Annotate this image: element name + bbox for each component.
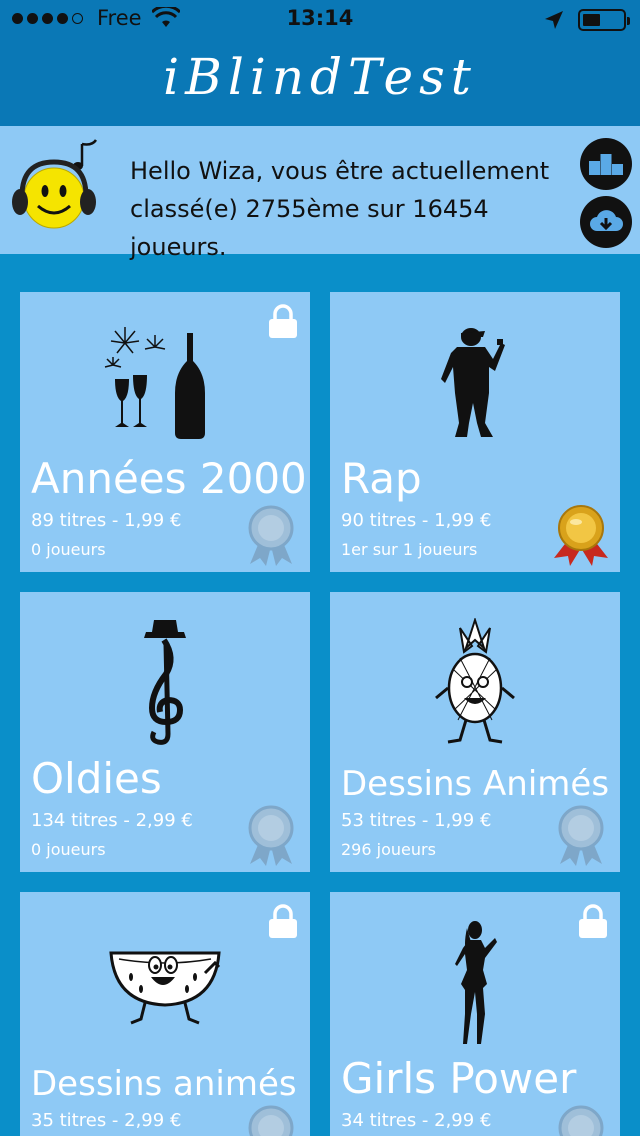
status-right [544,9,630,31]
app-header: iBlindTest [0,40,640,126]
category-card-girls-power[interactable]: Girls Power 34 titres - 2,99 € [330,892,620,1136]
smiley-headphones-avatar-icon [12,139,98,229]
category-name: Oldies [31,754,162,803]
category-card-rap[interactable]: Rap 90 titres - 1,99 € 1er sur 1 joueurs [330,292,620,572]
lock-icon [579,904,607,938]
category-players: 1er sur 1 joueurs [341,540,478,559]
download-button[interactable] [580,196,632,248]
category-card-annees-2000[interactable]: Années 2000 89 titres - 1,99 € 0 joueurs [20,292,310,572]
battery-icon [578,9,630,31]
category-meta: 89 titres - 1,99 € [31,510,182,531]
welcome-message: Hello Wiza, vous être actuellement class… [130,152,570,266]
category-card-dessins-animes[interactable]: Dessins Animés 53 titres - 1,99 € 296 jo… [330,592,620,872]
category-name: Girls Power [341,1054,577,1103]
watermelon-icon [20,908,310,1058]
category-meta: 90 titres - 1,99 € [341,510,492,531]
category-players: 296 joueurs [341,840,436,859]
status-bar: Free 13:14 [0,0,640,40]
category-meta: 53 titres - 1,99 € [341,810,492,831]
ranking-button[interactable] [580,138,632,190]
pineapple-icon [330,608,620,758]
silver-medal-icon [248,1105,294,1136]
champagne-icon [20,308,310,458]
treble-clef-hat-icon [20,608,310,758]
silver-medal-icon [248,505,294,566]
cloud-download-icon [590,210,623,231]
category-meta: 35 titres - 2,99 € [31,1110,182,1131]
silver-medal-icon [248,805,294,866]
category-meta: 34 titres - 2,99 € [341,1110,492,1131]
user-banner: Hello Wiza, vous être actuellement class… [0,126,640,261]
category-name: Dessins Animés [341,764,610,804]
app-title: iBlindTest [163,48,477,106]
welcome-line-1: Hello Wiza, vous être actuellement [130,157,550,185]
silver-medal-icon [558,805,604,866]
silver-medal-icon [558,1105,604,1136]
category-name: Dessins animés II [31,1064,310,1104]
location-arrow-icon [545,11,563,29]
category-players: 0 joueurs [31,840,106,859]
gold-medal-icon [554,505,608,566]
lock-icon [269,304,297,338]
podium-icon [589,154,623,175]
category-card-dessins-animes-ii[interactable]: Dessins animés II 35 titres - 2,99 € [20,892,310,1136]
category-name: Rap [341,454,422,503]
category-grid: Années 2000 89 titres - 1,99 € 0 joueurs… [0,254,640,1136]
category-players: 0 joueurs [31,540,106,559]
woman-silhouette-icon [330,908,620,1058]
category-meta: 134 titres - 2,99 € [31,810,193,831]
category-name: Années 2000 [31,454,307,503]
rapper-icon [330,308,620,458]
category-card-oldies[interactable]: Oldies 134 titres - 2,99 € 0 joueurs [20,592,310,872]
lock-icon [269,904,297,938]
